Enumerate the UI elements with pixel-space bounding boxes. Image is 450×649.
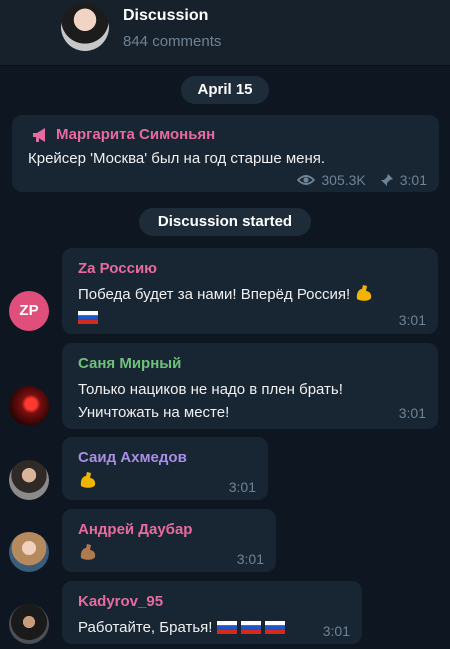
message-line: Только нациков не надо в плен брать! xyxy=(78,381,343,398)
russia-flag-icon xyxy=(216,620,237,634)
pin-icon xyxy=(380,174,393,186)
avatar[interactable] xyxy=(9,604,49,644)
discussion-started-chip: Discussion started xyxy=(139,208,311,236)
message-time: 3:01 xyxy=(398,312,426,328)
flexed-biceps-emoji-icon xyxy=(357,285,372,301)
comment-message[interactable]: Саид Ахмедов 3:01 xyxy=(62,437,268,500)
header-subtitle: 844 comments xyxy=(123,33,222,50)
post-time: 3:01 xyxy=(399,172,427,188)
date-chip: April 15 xyxy=(181,76,269,104)
comment-message[interactable]: Kadyrov_95 Работайте, Братья! 3:01 xyxy=(62,581,362,644)
sender-name[interactable]: Саня Мирный xyxy=(78,355,181,372)
avatar[interactable] xyxy=(9,386,49,426)
megaphone-icon xyxy=(33,128,45,142)
header-title: Discussion xyxy=(123,7,209,24)
message-line: Работайте, Братья! xyxy=(78,619,213,636)
sender-name[interactable]: Андрей Даубар xyxy=(78,521,192,538)
message-line: Победа будет за нами! Вперёд Россия! xyxy=(78,286,351,303)
message-time: 3:01 xyxy=(228,479,256,495)
message-time: 3:01 xyxy=(398,405,426,421)
flexed-biceps-medium-skin-emoji-icon xyxy=(80,544,96,560)
channel-name[interactable]: Маргарита Симоньян xyxy=(56,126,215,143)
message-text: Работайте, Братья! xyxy=(78,616,285,639)
flexed-biceps-emoji-icon xyxy=(80,472,96,488)
russia-flag-icon xyxy=(240,620,261,634)
message-text: Только нациков не надо в плен брать! Уни… xyxy=(78,378,343,424)
avatar[interactable]: ZP xyxy=(9,291,49,331)
comment-message[interactable]: Андрей Даубар 3:01 xyxy=(62,509,276,572)
channel-post[interactable]: Маргарита Симоньян Крейсер 'Москва' был … xyxy=(12,115,439,192)
chat-header[interactable]: Discussion 844 comments xyxy=(0,0,450,66)
sender-name[interactable]: Kadyrov_95 xyxy=(78,593,163,610)
russia-flag-icon xyxy=(264,620,285,634)
message-time: 3:01 xyxy=(322,623,350,639)
post-meta: 305.3K 3:01 xyxy=(297,172,427,188)
comment-message[interactable]: Zа Россию Победа будет за нами! Вперёд Р… xyxy=(62,248,438,334)
russia-flag-icon xyxy=(78,310,98,324)
message-time: 3:01 xyxy=(236,551,264,567)
channel-avatar[interactable] xyxy=(61,3,109,51)
avatar[interactable] xyxy=(9,460,49,500)
message-text: Победа будет за нами! Вперёд Россия! xyxy=(78,283,374,329)
avatar[interactable] xyxy=(9,532,49,572)
eye-icon xyxy=(297,175,316,185)
sender-name[interactable]: Zа Россию xyxy=(78,260,157,277)
message-line: Уничтожать на месте! xyxy=(78,404,230,421)
channel-post-text: Крейсер 'Москва' был на год старше меня. xyxy=(28,150,326,167)
comment-message[interactable]: Саня Мирный Только нациков не надо в пле… xyxy=(62,343,438,429)
view-count: 305.3K xyxy=(321,172,366,188)
sender-name[interactable]: Саид Ахмедов xyxy=(78,449,187,466)
